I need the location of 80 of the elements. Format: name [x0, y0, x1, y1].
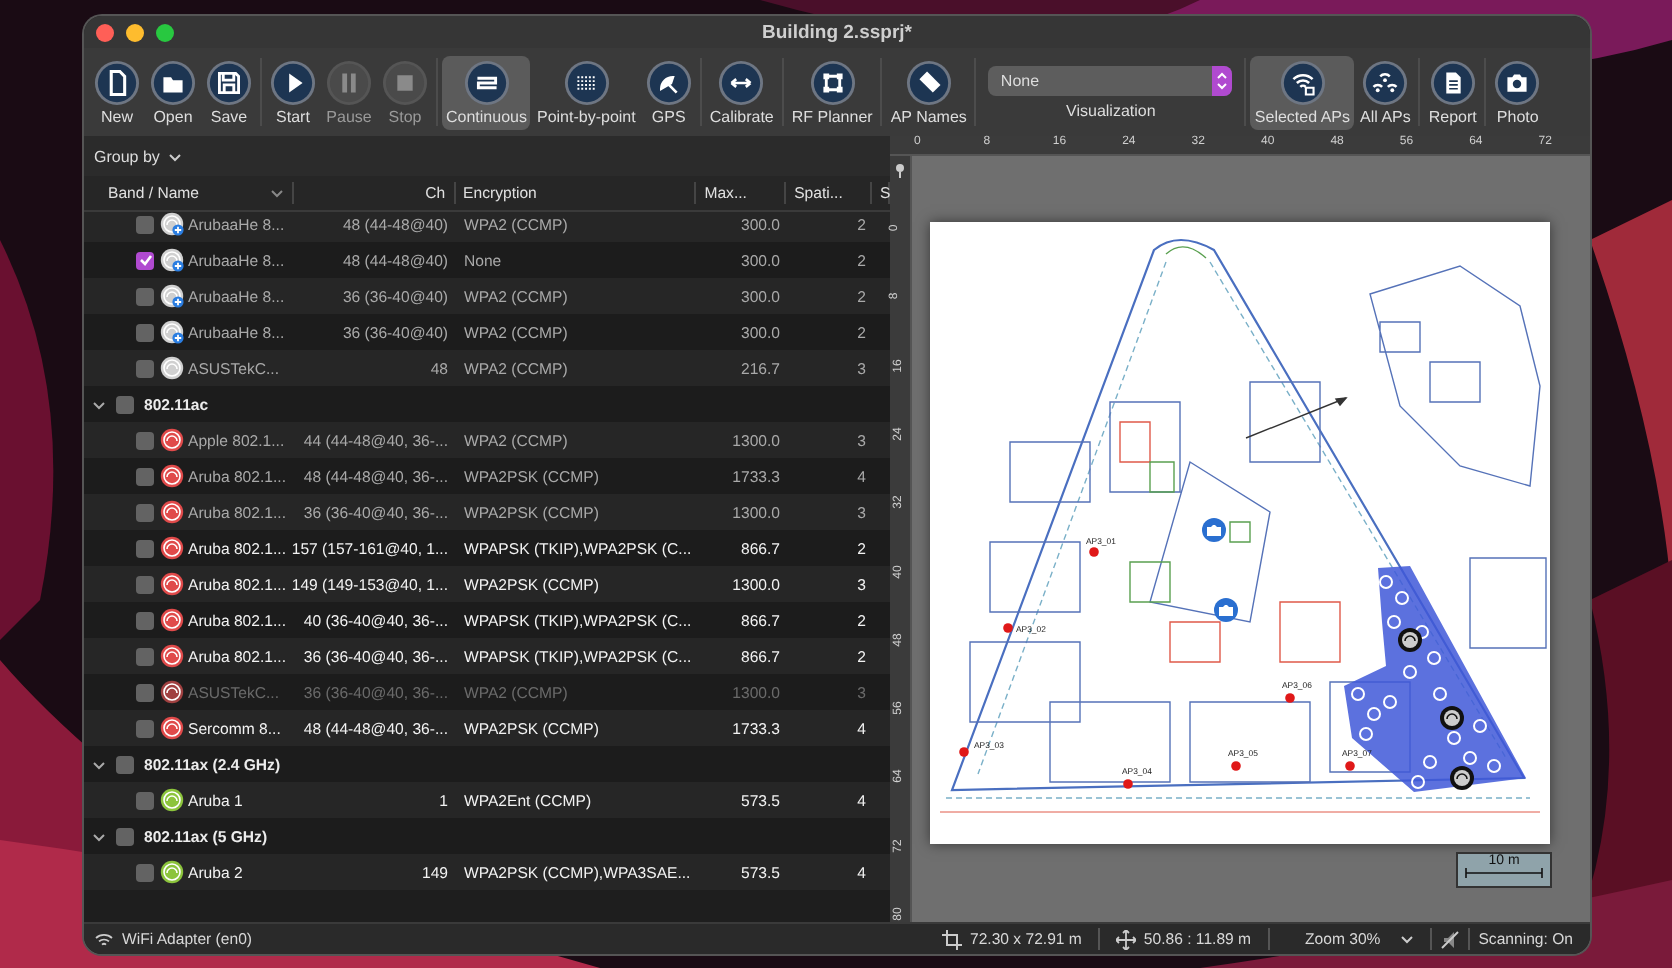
- minimize-button[interactable]: [126, 23, 144, 41]
- planner-button[interactable]: RF Planner: [787, 55, 877, 129]
- photo-button[interactable]: Photo: [1490, 55, 1545, 129]
- ap-marker[interactable]: [1123, 779, 1133, 789]
- wifi-icon: [94, 929, 114, 949]
- checkbox[interactable]: [136, 719, 154, 737]
- checkbox[interactable]: [136, 359, 154, 377]
- checkbox[interactable]: [136, 863, 154, 881]
- gps-icon: [645, 59, 692, 105]
- open-button[interactable]: Open: [146, 55, 200, 129]
- access-point-icon[interactable]: [1450, 766, 1474, 790]
- start-icon: [270, 59, 316, 105]
- open-icon: [150, 59, 196, 105]
- new-icon: [94, 59, 140, 105]
- access-point-icon[interactable]: [1398, 628, 1422, 652]
- checkbox[interactable]: [116, 755, 134, 773]
- checkbox[interactable]: [136, 503, 154, 521]
- photo-icon: [1494, 59, 1541, 105]
- sort-chevron-icon[interactable]: [269, 186, 284, 200]
- selected-aps-icon: [1279, 59, 1326, 105]
- pause-icon: [326, 59, 372, 105]
- new-button[interactable]: New: [90, 55, 144, 129]
- planner-icon: [809, 59, 856, 105]
- ap-marker[interactable]: [959, 747, 969, 757]
- camera-icon[interactable]: [1202, 518, 1226, 542]
- checkbox[interactable]: [136, 575, 154, 593]
- report-button[interactable]: Report: [1424, 55, 1481, 129]
- pin-icon[interactable]: [892, 162, 908, 178]
- all-aps-icon: [1362, 59, 1409, 105]
- ap-marker[interactable]: [1231, 761, 1241, 771]
- checkbox[interactable]: [136, 251, 154, 269]
- checkbox[interactable]: [136, 323, 154, 341]
- sound-off-icon[interactable]: [1440, 929, 1461, 949]
- checkbox[interactable]: [136, 611, 154, 629]
- crop-icon: [942, 929, 962, 949]
- tag-button[interactable]: AP Names: [886, 55, 971, 129]
- chevron-icon: [167, 149, 182, 163]
- calibrate-icon: [718, 59, 765, 105]
- continuous-icon: [463, 59, 510, 105]
- checkbox[interactable]: [136, 791, 154, 809]
- camera-icon[interactable]: [1214, 598, 1238, 622]
- stop-icon: [382, 59, 428, 105]
- start-button[interactable]: Start: [266, 55, 320, 129]
- all-aps-button[interactable]: All APs: [1356, 55, 1415, 129]
- save-icon: [206, 59, 252, 105]
- dropdown-label: Visualization: [1066, 101, 1156, 119]
- grid-button[interactable]: Point-by-point: [532, 55, 640, 129]
- selected-aps-button[interactable]: Selected APs: [1250, 55, 1355, 129]
- ap-marker[interactable]: [1345, 761, 1355, 771]
- checkbox[interactable]: [136, 431, 154, 449]
- access-point-icon[interactable]: [1440, 706, 1464, 730]
- zoom-button[interactable]: [156, 23, 174, 41]
- expanded-chevron-icon[interactable]: [92, 757, 106, 771]
- checkbox[interactable]: [136, 539, 154, 557]
- chevron-icon: [1400, 932, 1415, 946]
- close-button[interactable]: [96, 23, 114, 41]
- checkbox[interactable]: [136, 683, 154, 701]
- expanded-chevron-icon[interactable]: [92, 829, 106, 843]
- save-button[interactable]: Save: [202, 55, 256, 129]
- move-icon: [1115, 929, 1136, 949]
- visualization-dropdown[interactable]: None: [988, 65, 1233, 95]
- ap-marker[interactable]: [1285, 693, 1295, 703]
- group-by-dropdown[interactable]: Group by: [94, 147, 182, 165]
- checkbox[interactable]: [116, 395, 134, 413]
- window-title: Building 2.ssprj*: [762, 21, 912, 43]
- gps-button[interactable]: GPS: [641, 55, 696, 129]
- grid-icon: [563, 59, 610, 105]
- tag-icon: [905, 59, 952, 105]
- ap-marker[interactable]: [1089, 547, 1099, 557]
- continuous-button[interactable]: Continuous: [442, 55, 531, 129]
- checkbox[interactable]: [136, 287, 154, 305]
- checkbox[interactable]: [136, 647, 154, 665]
- report-icon: [1429, 59, 1476, 105]
- checkbox[interactable]: [136, 215, 154, 233]
- expanded-chevron-icon[interactable]: [92, 397, 106, 411]
- checkbox[interactable]: [136, 467, 154, 485]
- ap-marker[interactable]: [1003, 623, 1013, 633]
- checkbox[interactable]: [116, 827, 134, 845]
- stepper-icon: [1212, 65, 1233, 95]
- calibrate-button[interactable]: Calibrate: [705, 55, 778, 129]
